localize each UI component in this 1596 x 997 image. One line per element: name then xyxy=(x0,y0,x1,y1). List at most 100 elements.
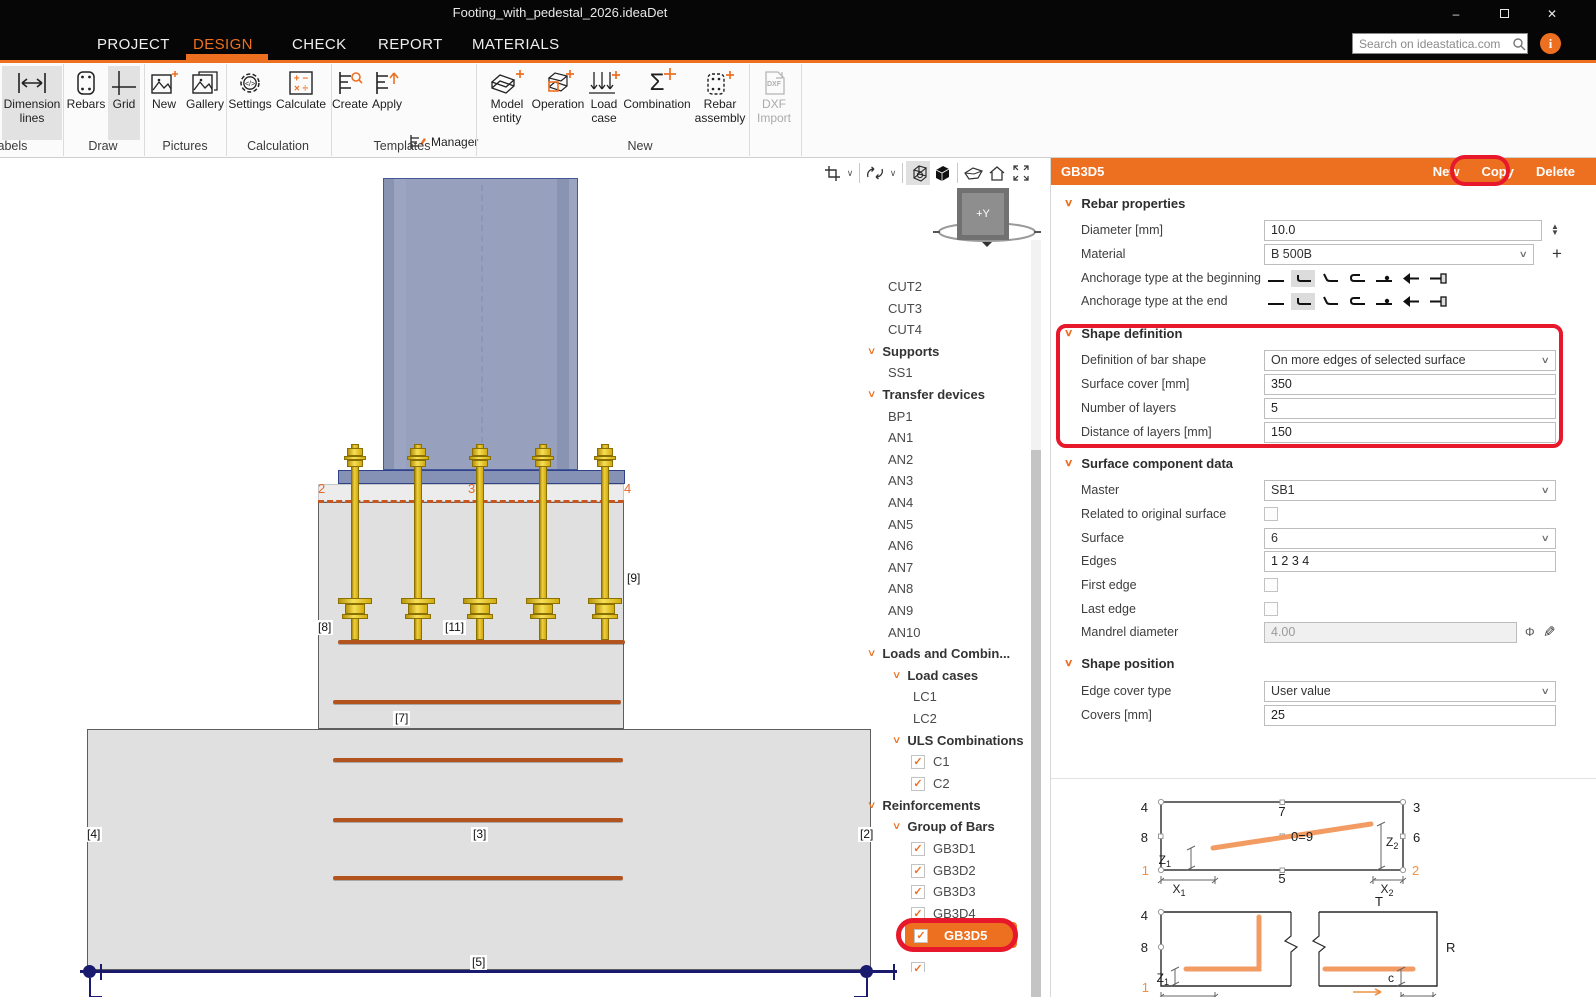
tree-item-cut2[interactable]: CUT2 xyxy=(888,276,922,297)
support-line[interactable] xyxy=(80,970,897,973)
web-search-box[interactable]: Search on ideastatica.com xyxy=(1352,33,1528,54)
tree-scrollbar-thumb[interactable] xyxy=(1031,450,1041,997)
model-entity-button[interactable]: Model entity xyxy=(482,66,532,140)
tree-item-an1[interactable]: AN1 xyxy=(888,427,913,448)
tree-item-partial[interactable]: ✓ xyxy=(911,958,933,972)
anchorage-hook-90-icon[interactable] xyxy=(1291,270,1315,287)
close-button[interactable]: ✕ xyxy=(1529,0,1575,27)
first-edge-checkbox[interactable] xyxy=(1264,578,1278,592)
settings-button[interactable]: </> Settings xyxy=(228,66,272,140)
anchorage-loop-180-icon[interactable] xyxy=(1345,293,1369,310)
distance-of-layers-input[interactable] xyxy=(1264,422,1556,443)
section-rebar-properties[interactable]: ∨Rebar properties xyxy=(1065,196,1185,211)
tree-group-uls-combinations[interactable]: ∨ULS Combinations xyxy=(893,730,1024,751)
tree-group-group-of-bars[interactable]: ∨Group of Bars xyxy=(893,816,995,837)
checkbox-checked[interactable]: ✓ xyxy=(911,962,925,973)
tree-group-supports[interactable]: ∨Supports xyxy=(868,341,939,362)
clipping-view-button[interactable] xyxy=(961,161,985,185)
combination-button[interactable]: Σ Combination xyxy=(626,66,688,140)
chevron-down-icon[interactable]: ∨ xyxy=(1064,328,1074,339)
chevron-down-icon[interactable]: ∨ xyxy=(844,168,856,179)
tree-item-bp1[interactable]: BP1 xyxy=(888,406,913,427)
tree-item-an8[interactable]: AN8 xyxy=(888,578,913,599)
footing-block[interactable] xyxy=(87,729,871,970)
info-icon[interactable]: i xyxy=(1540,33,1561,54)
tree-item-gb3d3[interactable]: ✓GB3D3 xyxy=(911,881,976,902)
checkbox-checked[interactable]: ✓ xyxy=(911,864,925,878)
tree-item-gb3d2[interactable]: ✓GB3D2 xyxy=(911,860,976,881)
anchorage-welded-bar-icon[interactable] xyxy=(1372,270,1396,287)
tree-group-transfer-devices[interactable]: ∨Transfer devices xyxy=(868,384,985,405)
last-edge-checkbox[interactable] xyxy=(1264,602,1278,616)
section-surface-component-data[interactable]: ∨Surface component data xyxy=(1065,456,1233,471)
tree-scrollbar[interactable] xyxy=(1031,240,1041,997)
tree-item-an6[interactable]: AN6 xyxy=(888,535,913,556)
chevron-down-icon[interactable]: ∨ xyxy=(1064,198,1074,209)
diameter-input[interactable] xyxy=(1264,220,1542,241)
diameter-stepper[interactable]: ▲▼ xyxy=(1548,224,1562,236)
fullscreen-button[interactable] xyxy=(1009,161,1033,185)
tab-check[interactable]: CHECK xyxy=(292,33,347,55)
checkbox-checked[interactable]: ✓ xyxy=(911,885,925,899)
tree-item-an7[interactable]: AN7 xyxy=(888,557,913,578)
tree-item-an4[interactable]: AN4 xyxy=(888,492,913,513)
tree-item-gb3d4[interactable]: ✓GB3D4 xyxy=(911,903,976,924)
template-apply-button[interactable]: Apply xyxy=(370,66,404,140)
rebar-assembly-button[interactable]: Rebar assembly xyxy=(690,66,750,140)
crop-tool-button[interactable] xyxy=(820,161,844,185)
rebar-line[interactable] xyxy=(333,700,621,704)
tree-item-ss1[interactable]: SS1 xyxy=(888,362,913,383)
rotate-view-button[interactable] xyxy=(863,161,887,185)
surface-select[interactable]: 6∨ xyxy=(1264,528,1556,549)
tree-group-load-cases[interactable]: ∨Load cases xyxy=(893,665,978,686)
chevron-down-icon[interactable]: ∨ xyxy=(892,821,902,832)
anchorage-loop-180-icon[interactable] xyxy=(1345,270,1369,287)
anchorage-head-icon[interactable] xyxy=(1399,270,1423,287)
load-case-button[interactable]: Load case xyxy=(584,66,624,140)
tab-project[interactable]: PROJECT xyxy=(97,33,170,55)
anchorage-plate-icon[interactable] xyxy=(1426,293,1450,310)
rebar-line[interactable] xyxy=(333,758,623,762)
bar-shape-select[interactable]: On more edges of selected surface∨ xyxy=(1264,350,1556,371)
section-shape-position[interactable]: ∨Shape position xyxy=(1065,656,1175,671)
tree-item-an10[interactable]: AN10 xyxy=(888,622,921,643)
tree-item-c1[interactable]: ✓C1 xyxy=(911,751,950,772)
tree-item-c2[interactable]: ✓C2 xyxy=(911,773,950,794)
delete-button[interactable]: Delete xyxy=(1536,164,1575,179)
master-select[interactable]: SB1∨ xyxy=(1264,480,1556,501)
chevron-down-icon[interactable]: ∨ xyxy=(867,800,877,811)
checkbox-checked[interactable]: ✓ xyxy=(911,755,925,769)
related-surface-checkbox[interactable] xyxy=(1264,507,1278,521)
anchorage-plate-icon[interactable] xyxy=(1426,270,1450,287)
minimize-button[interactable]: – xyxy=(1433,0,1479,27)
anchorage-hook-135-icon[interactable] xyxy=(1318,270,1342,287)
checkbox-checked[interactable]: ✓ xyxy=(911,777,925,791)
calculate-button[interactable]: + −× ÷ Calculate xyxy=(274,66,328,140)
anchorage-head-icon[interactable] xyxy=(1399,293,1423,310)
checkbox-checked[interactable]: ✓ xyxy=(911,907,925,921)
picture-new-button[interactable]: New xyxy=(146,66,182,140)
template-create-button[interactable]: Create xyxy=(332,66,368,140)
number-of-layers-input[interactable] xyxy=(1264,398,1556,419)
edges-input[interactable] xyxy=(1264,551,1556,572)
chevron-down-icon[interactable]: ∨ xyxy=(1064,658,1074,669)
edge-cover-type-select[interactable]: User value∨ xyxy=(1264,681,1556,702)
operation-button[interactable]: Operation xyxy=(534,66,582,140)
anchorage-hook-135-icon[interactable] xyxy=(1318,293,1342,310)
tree-item-lc2[interactable]: LC2 xyxy=(913,708,937,729)
chevron-down-icon[interactable]: ∨ xyxy=(867,389,877,400)
anchorage-straight-icon[interactable] xyxy=(1264,270,1288,287)
material-select[interactable]: B 500B∨ xyxy=(1264,244,1534,265)
checkbox-checked[interactable]: ✓ xyxy=(914,929,928,943)
checkbox-checked[interactable]: ✓ xyxy=(911,842,925,856)
tree-item-an9[interactable]: AN9 xyxy=(888,600,913,621)
anchorage-hook-90-icon[interactable] xyxy=(1291,293,1315,310)
surface-cover-input[interactable] xyxy=(1264,374,1556,395)
grid-button[interactable]: Grid xyxy=(108,66,140,140)
dimension-lines-button[interactable]: Dimension lines xyxy=(2,66,62,140)
rebar-line[interactable] xyxy=(338,640,625,644)
chevron-down-icon[interactable]: ∨ xyxy=(867,648,877,659)
tab-report[interactable]: REPORT xyxy=(378,33,443,55)
solid-view-button[interactable] xyxy=(930,161,954,185)
tree-group-loads[interactable]: ∨Loads and Combin... xyxy=(868,643,1010,664)
